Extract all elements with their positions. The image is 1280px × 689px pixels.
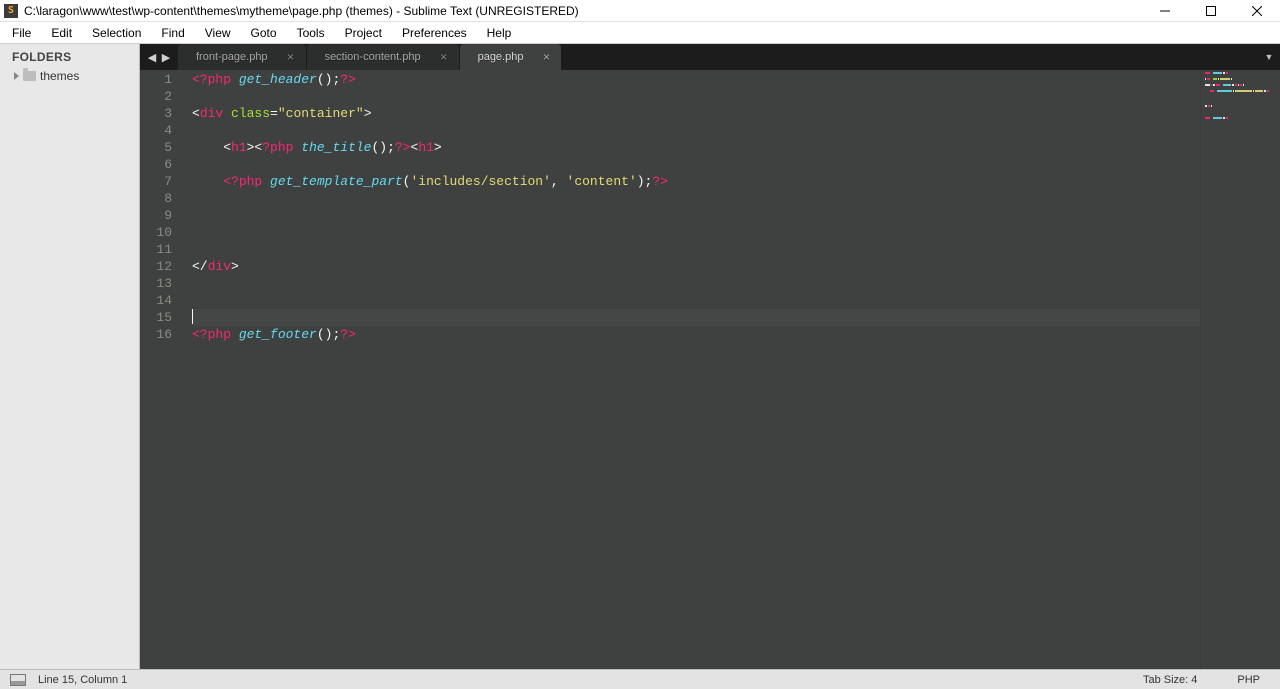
main-area: FOLDERS themes ◀ ▶ front-page.php×sectio…	[0, 44, 1280, 669]
folder-label: themes	[40, 69, 79, 83]
menu-item-file[interactable]: File	[2, 24, 41, 42]
menu-item-goto[interactable]: Goto	[241, 24, 287, 42]
code-editor[interactable]: 12345678910111213141516 <?php get_header…	[140, 70, 1280, 669]
tab-front-page-php[interactable]: front-page.php ×	[178, 44, 306, 70]
code-area[interactable]: <?php get_header();?> <div class="contain…	[182, 70, 1200, 669]
code-line[interactable]	[192, 275, 1200, 292]
tab-label: page.php	[478, 51, 524, 63]
tab-section-content-php[interactable]: section-content.php ×	[307, 44, 459, 70]
minimize-button[interactable]	[1142, 0, 1188, 22]
minimap[interactable]	[1200, 70, 1280, 669]
maximize-button[interactable]	[1188, 0, 1234, 22]
code-line[interactable]	[192, 309, 1200, 326]
window-title: C:\laragon\www\test\wp-content\themes\my…	[24, 4, 579, 18]
close-icon[interactable]: ×	[437, 50, 451, 64]
status-syntax[interactable]: PHP	[1237, 674, 1260, 686]
status-bar: Line 15, Column 1 Tab Size: 4 PHP	[0, 669, 1280, 689]
tab-navigation: ◀ ▶	[140, 44, 178, 70]
menu-item-preferences[interactable]: Preferences	[392, 24, 477, 42]
tab-dropdown[interactable]: ▼	[1258, 44, 1280, 70]
menu-item-view[interactable]: View	[195, 24, 241, 42]
menu-item-tools[interactable]: Tools	[287, 24, 335, 42]
tab-page-php[interactable]: page.php ×	[460, 44, 562, 70]
code-line[interactable]: <?php get_header();?>	[192, 71, 1200, 88]
line-gutter: 12345678910111213141516	[140, 70, 182, 669]
close-icon[interactable]: ×	[539, 50, 553, 64]
panel-toggle-icon[interactable]	[10, 674, 26, 686]
close-icon[interactable]: ×	[284, 50, 298, 64]
menu-item-find[interactable]: Find	[151, 24, 194, 42]
code-line[interactable]	[192, 88, 1200, 105]
tab-next-icon[interactable]: ▶	[160, 51, 172, 64]
menu-item-help[interactable]: Help	[477, 24, 522, 42]
folder-tree-root[interactable]: themes	[0, 67, 139, 85]
app-icon: S	[4, 4, 18, 18]
code-line[interactable]	[192, 292, 1200, 309]
code-line[interactable]: <?php get_template_part('includes/sectio…	[192, 173, 1200, 190]
tab-prev-icon[interactable]: ◀	[146, 51, 158, 64]
status-cursor[interactable]: Line 15, Column 1	[38, 674, 127, 686]
menu-item-selection[interactable]: Selection	[82, 24, 151, 42]
code-line[interactable]	[192, 224, 1200, 241]
code-line[interactable]: </div>	[192, 258, 1200, 275]
code-line[interactable]: <h1><?php the_title();?><h1>	[192, 139, 1200, 156]
menu-bar: FileEditSelectionFindViewGotoToolsProjec…	[0, 22, 1280, 44]
folders-header: FOLDERS	[0, 44, 139, 67]
code-line[interactable]	[192, 190, 1200, 207]
code-line[interactable]: <div class="container">	[192, 105, 1200, 122]
code-line[interactable]	[192, 156, 1200, 173]
folder-icon	[23, 71, 36, 81]
folders-sidebar: FOLDERS themes	[0, 44, 140, 669]
status-tabsize[interactable]: Tab Size: 4	[1143, 674, 1197, 686]
close-button[interactable]	[1234, 0, 1280, 22]
editor-pane: ◀ ▶ front-page.php×section-content.php×p…	[140, 44, 1280, 669]
window-titlebar: S C:\laragon\www\test\wp-content\themes\…	[0, 0, 1280, 22]
menu-item-edit[interactable]: Edit	[41, 24, 82, 42]
menu-item-project[interactable]: Project	[335, 24, 392, 42]
code-line[interactable]	[192, 207, 1200, 224]
tab-label: front-page.php	[196, 51, 268, 63]
tab-label: section-content.php	[325, 51, 421, 63]
code-line[interactable]	[192, 122, 1200, 139]
tab-bar: ◀ ▶ front-page.php×section-content.php×p…	[140, 44, 1280, 70]
chevron-right-icon	[14, 72, 19, 80]
code-line[interactable]: <?php get_footer();?>	[192, 326, 1200, 343]
window-controls	[1142, 0, 1280, 22]
code-line[interactable]	[192, 241, 1200, 258]
